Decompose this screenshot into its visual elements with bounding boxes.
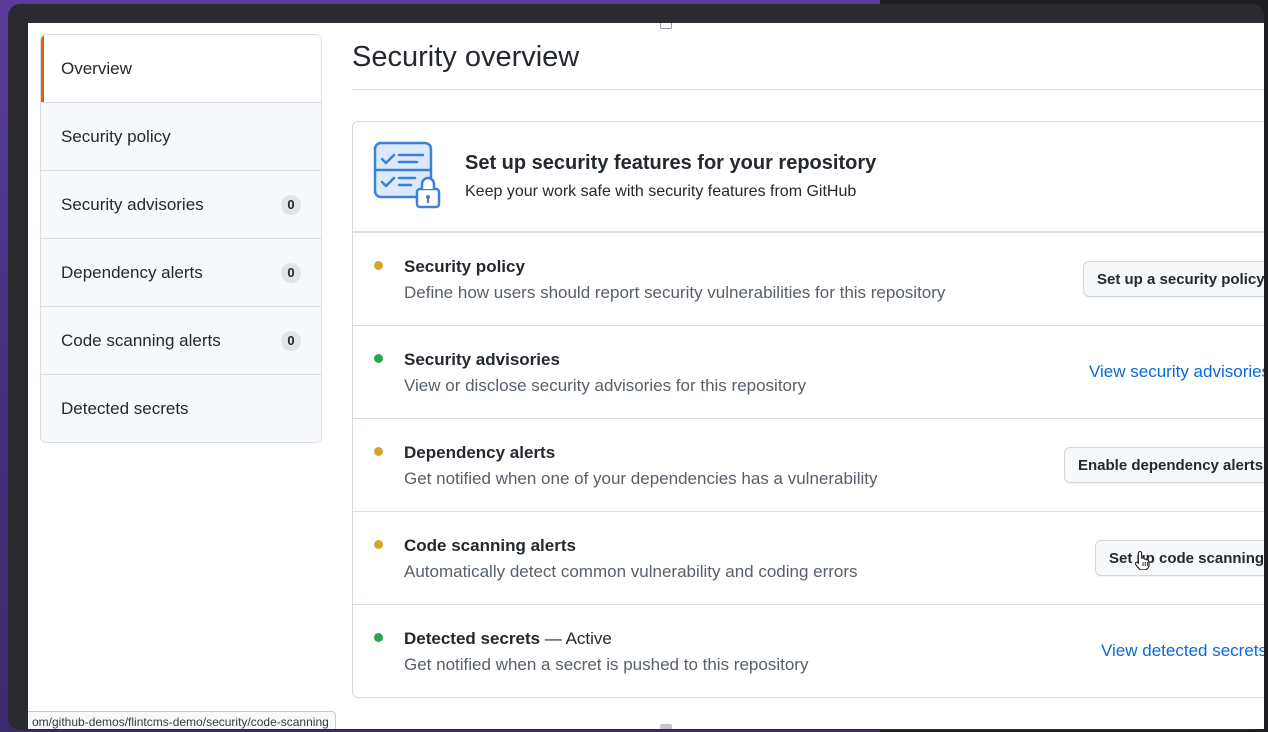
- window-handle-top: [660, 23, 672, 29]
- sidebar-item-label: Detected secrets: [61, 398, 189, 418]
- count-badge: 0: [281, 330, 301, 351]
- sidebar-item-label: Security policy: [61, 126, 171, 146]
- security-features-panel: Set up security features for your reposi…: [352, 121, 1264, 698]
- status-dot-warning: [374, 261, 383, 270]
- sidebar-item-code-scanning-alerts[interactable]: Code scanning alerts 0: [41, 306, 321, 374]
- window-handle-bottom: [660, 724, 672, 729]
- feature-title-text: Code scanning alerts: [404, 536, 576, 555]
- status-dot-ok: [374, 354, 383, 363]
- title-divider: [352, 89, 1264, 90]
- sidebar-item-overview[interactable]: Overview: [41, 35, 321, 102]
- status-dot-warning: [374, 447, 383, 456]
- feature-row-security-advisories: Security advisories View or disclose sec…: [353, 325, 1264, 418]
- feature-description: Get notified when a secret is pushed to …: [404, 655, 809, 674]
- feature-title-text: Security advisories: [404, 350, 560, 369]
- sidebar-item-detected-secrets[interactable]: Detected secrets: [41, 374, 321, 442]
- count-badge: 0: [281, 262, 301, 283]
- sidebar-item-label: Code scanning alerts: [61, 330, 221, 350]
- feature-title: Detected secrets — Active: [404, 629, 612, 649]
- feature-description: Get notified when one of your dependenci…: [404, 469, 878, 488]
- security-sidebar: Overview Security policy Security adviso…: [40, 34, 322, 443]
- feature-description: Define how users should report security …: [404, 283, 946, 302]
- sidebar-item-dependency-alerts[interactable]: Dependency alerts 0: [41, 238, 321, 306]
- feature-row-dependency-alerts: Dependency alerts Get notified when one …: [353, 418, 1264, 511]
- feature-row-detected-secrets: Detected secrets — Active Get notified w…: [353, 604, 1264, 697]
- sidebar-item-label: Overview: [61, 58, 132, 78]
- feature-title-text: Security policy: [404, 257, 525, 276]
- count-badge: 0: [281, 194, 301, 215]
- feature-title-text: Dependency alerts: [404, 443, 556, 462]
- feature-title: Security policy: [404, 257, 525, 277]
- panel-subtitle: Keep your work safe with security featur…: [465, 183, 857, 200]
- feature-title-text: Detected secrets: [404, 629, 541, 648]
- view-security-advisories-link[interactable]: View security advisories: [1089, 362, 1264, 382]
- set-up-security-policy-button[interactable]: Set up a security policy: [1083, 261, 1264, 297]
- status-dot-warning: [374, 540, 383, 549]
- page-title: Security overview: [352, 41, 580, 73]
- view-detected-secrets-link[interactable]: View detected secrets: [1101, 641, 1264, 661]
- feature-title: Security advisories: [404, 350, 560, 370]
- enable-dependency-alerts-button[interactable]: Enable dependency alerts: [1064, 447, 1264, 483]
- status-dot-ok: [374, 633, 383, 642]
- sidebar-item-label: Dependency alerts: [61, 262, 203, 282]
- sidebar-item-label: Security advisories: [61, 194, 204, 214]
- panel-title: Set up security features for your reposi…: [465, 152, 877, 174]
- feature-title: Code scanning alerts: [404, 536, 576, 556]
- sidebar-item-security-advisories[interactable]: Security advisories 0: [41, 170, 321, 238]
- checklist-lock-icon: [373, 141, 441, 209]
- sidebar-item-security-policy[interactable]: Security policy: [41, 102, 321, 170]
- feature-description: View or disclose security advisories for…: [404, 376, 807, 395]
- feature-row-security-policy: Security policy Define how users should …: [353, 232, 1264, 325]
- panel-header: Set up security features for your reposi…: [353, 122, 1264, 232]
- set-up-code-scanning-button[interactable]: Set up code scanning: [1095, 540, 1264, 576]
- feature-row-code-scanning-alerts: Code scanning alerts Automatically detec…: [353, 511, 1264, 604]
- security-page: Overview Security policy Security adviso…: [28, 23, 1264, 729]
- feature-description: Automatically detect common vulnerabilit…: [404, 562, 858, 581]
- feature-status-text: — Active: [540, 629, 612, 648]
- status-bar-url: om/github-demos/flintcms-demo/security/c…: [28, 711, 336, 729]
- feature-title: Dependency alerts: [404, 443, 555, 463]
